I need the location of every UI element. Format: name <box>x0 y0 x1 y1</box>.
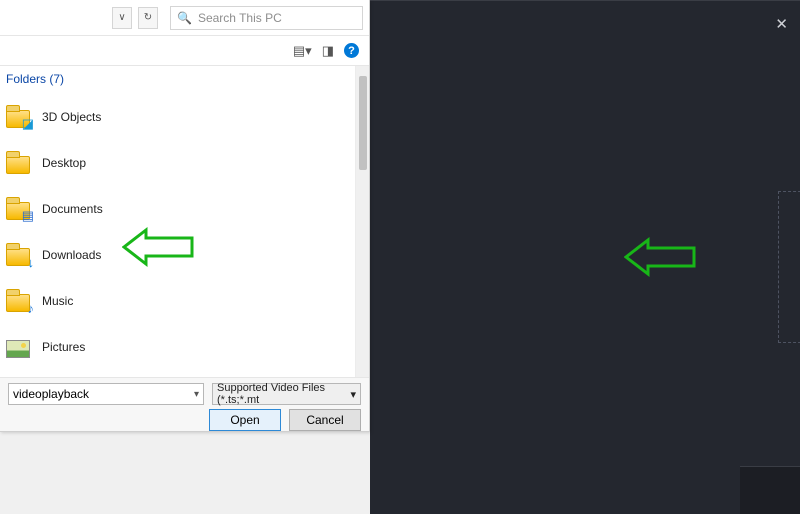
help-icon[interactable]: ? <box>344 43 359 58</box>
preview-pane-icon[interactable]: ◨ <box>322 43 334 59</box>
folder-icon: ↓ <box>6 242 32 268</box>
vertical-scrollbar[interactable] <box>355 66 369 377</box>
dialog-content: Folders (7) ◪ 3D Objects Desktop ▤ Docum… <box>0 66 369 377</box>
filetype-value: Supported Video Files (*.ts;*.mt <box>217 382 350 406</box>
picture-folder-icon <box>6 334 32 360</box>
path-dropdown[interactable]: ∨ <box>112 7 132 29</box>
folder-label: Desktop <box>42 156 86 170</box>
dialog-toolbar: ▤▾ ◨ ? <box>0 36 369 66</box>
gif-maker-app: ✕ + Video to GIF Add a video to GIF Make… <box>370 0 800 514</box>
folder-label: 3D Objects <box>42 110 101 124</box>
folder-item-pictures[interactable]: Pictures <box>6 324 351 370</box>
folder-label: Music <box>42 294 73 308</box>
filename-value: videoplayback <box>13 387 89 401</box>
filetype-select[interactable]: Supported Video Files (*.ts;*.mt ▾ <box>212 383 361 405</box>
dialog-footer: videoplayback ▾ Supported Video Files (*… <box>0 377 369 431</box>
folder-item-documents[interactable]: ▤ Documents <box>6 186 351 232</box>
folder-label: Documents <box>42 202 103 216</box>
folders-group-header[interactable]: Folders (7) <box>6 66 351 94</box>
search-input[interactable]: 🔍 Search This PC <box>170 6 363 30</box>
folder-label: Pictures <box>42 340 85 354</box>
folders-group: Folders (7) ◪ 3D Objects Desktop ▤ Docum… <box>0 66 369 370</box>
chevron-down-icon: ▾ <box>194 389 199 400</box>
open-button[interactable]: Open <box>209 409 281 431</box>
scrollbar-thumb[interactable] <box>359 76 367 170</box>
folder-item-desktop[interactable]: Desktop <box>6 140 351 186</box>
video-dropzone[interactable]: + Video to GIF Add a video to GIF Maker <box>778 191 800 343</box>
folder-label: Downloads <box>42 248 101 262</box>
folder-item-downloads[interactable]: ↓ Downloads <box>6 232 351 278</box>
folder-icon <box>6 150 32 176</box>
folder-item-3d-objects[interactable]: ◪ 3D Objects <box>6 94 351 140</box>
filename-input[interactable]: videoplayback ▾ <box>8 383 204 405</box>
app-close-button[interactable]: ✕ <box>775 15 788 33</box>
refresh-button[interactable]: ↻ <box>138 7 158 29</box>
folder-icon: ◪ <box>6 104 32 130</box>
file-open-dialog: ∨ ↻ 🔍 Search This PC ▤▾ ◨ ? Folders (7) … <box>0 0 370 432</box>
app-bottom-bar <box>740 466 800 514</box>
view-options-icon[interactable]: ▤▾ <box>293 43 312 59</box>
folder-icon: ▤ <box>6 196 32 222</box>
folder-icon: ♪ <box>6 288 32 314</box>
folder-item-music[interactable]: ♪ Music <box>6 278 351 324</box>
chevron-down-icon: ▾ <box>350 388 356 401</box>
search-placeholder: Search This PC <box>198 11 282 25</box>
search-icon: 🔍 <box>177 11 192 25</box>
dialog-address-bar: ∨ ↻ 🔍 Search This PC <box>0 0 369 36</box>
cancel-button[interactable]: Cancel <box>289 409 361 431</box>
